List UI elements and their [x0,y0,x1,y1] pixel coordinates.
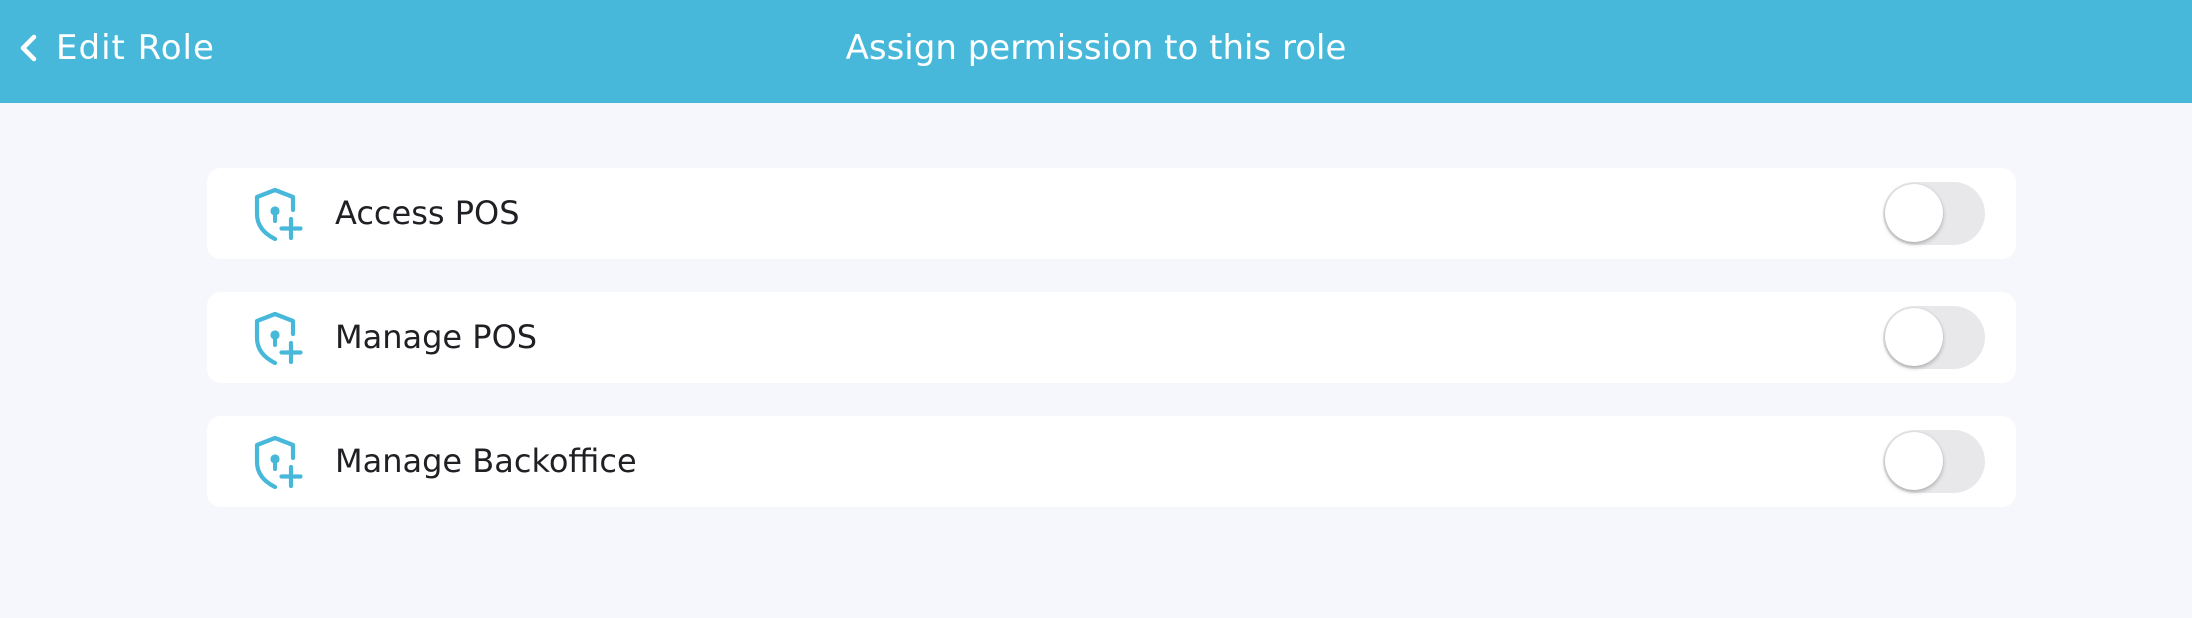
top-navigation-bar: Edit Role Assign permission to this role [0,0,2192,103]
manage-backoffice-toggle[interactable] [1883,430,1985,493]
shield-keyhole-plus-icon [247,186,303,242]
page-title: Assign permission to this role [845,28,1347,68]
shield-keyhole-plus-icon [247,310,303,366]
permission-row-manage-backoffice: Manage Backoffice [207,416,2016,507]
permission-row-access-pos: Access POS [207,168,2016,259]
shield-keyhole-plus-icon [247,434,303,490]
access-pos-toggle[interactable] [1883,182,1985,245]
toggle-knob [1885,432,1943,490]
permission-row-manage-pos: Manage POS [207,292,2016,383]
permission-label: Access POS [335,194,520,232]
permission-label: Manage Backoffice [335,442,637,480]
permission-label: Manage POS [335,318,538,356]
manage-pos-toggle[interactable] [1883,306,1985,369]
toggle-knob [1885,308,1943,366]
permission-list: Access POS Manage POS Manage Backoffice [207,168,2016,540]
toggle-knob [1885,184,1943,242]
